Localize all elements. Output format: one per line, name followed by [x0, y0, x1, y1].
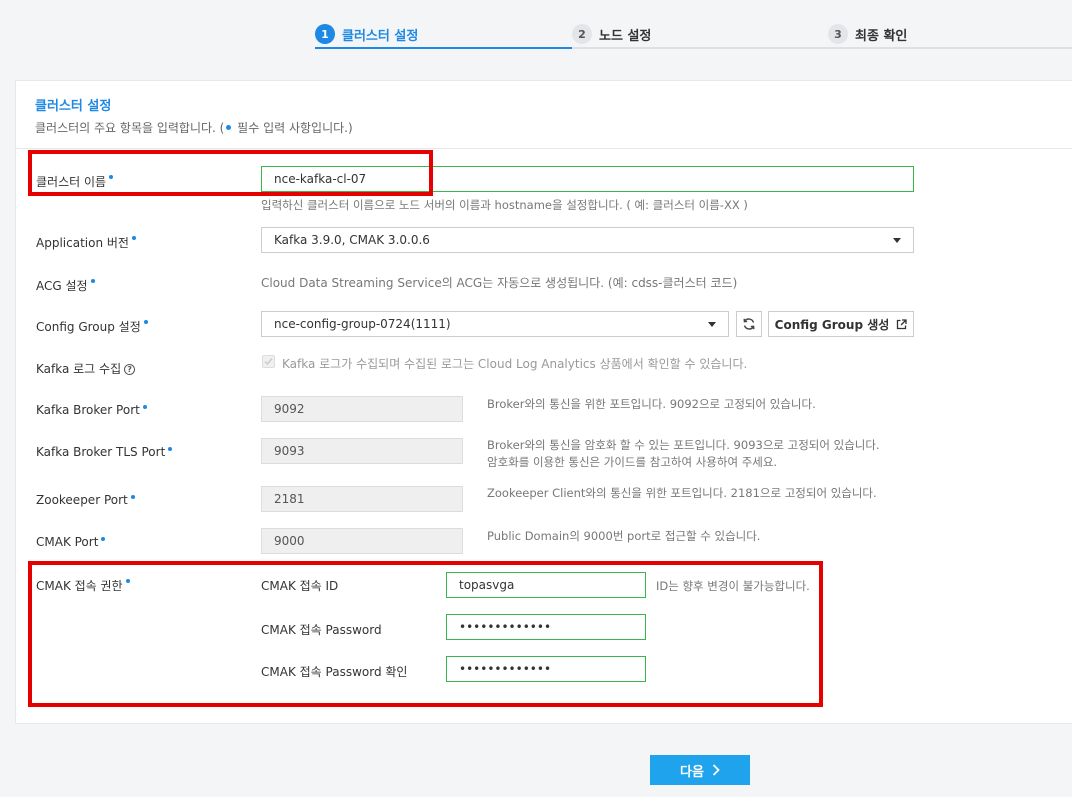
kafka-log-label: Kafka 로그 수집?	[36, 360, 136, 377]
step-cluster-settings[interactable]: 1 클러스터 설정	[315, 20, 418, 48]
panel-description: 클러스터의 주요 항목을 입력합니다. ( 필수 입력 사항입니다.)	[35, 119, 353, 136]
required-dot-icon	[168, 447, 173, 451]
broker-port-input	[261, 396, 463, 422]
required-dot-icon	[143, 320, 148, 324]
required-dot-icon	[125, 579, 130, 583]
cmak-password-label: CMAK 접속 Password	[261, 623, 382, 637]
broker-port-label: Kafka Broker Port	[36, 403, 147, 417]
step-number: 3	[828, 24, 848, 44]
step-node-settings[interactable]: 2 노드 설정	[572, 20, 651, 48]
chevron-right-icon	[712, 764, 720, 776]
help-icon[interactable]: ?	[124, 364, 136, 375]
kafka-log-text: Kafka 로그가 수집되며 수집된 로그는 Cloud Log Analyti…	[282, 357, 748, 371]
broker-tls-port-label: Kafka Broker TLS Port	[36, 445, 173, 459]
panel-title: 클러스터 설정	[35, 99, 112, 114]
cluster-name-input[interactable]	[261, 166, 914, 192]
step-number: 2	[572, 24, 592, 44]
required-dot-icon	[101, 537, 106, 541]
broker-tls-help-line1: Broker와의 통신을 암호화 할 수 있는 포트입니다. 9093으로 고정…	[487, 438, 880, 452]
broker-tls-help-line2: 암호화를 이용한 통신은 가이드를 참고하여 사용하여 주세요.	[487, 455, 778, 469]
step-number: 1	[315, 24, 335, 44]
required-dot-icon	[109, 175, 114, 179]
broker-tls-port-input	[261, 438, 463, 464]
app-version-value: Kafka 3.9.0, CMAK 3.0.0.6	[274, 233, 430, 247]
zookeeper-port-help: Zookeeper Client와의 통신을 위한 포트입니다. 2181으로 …	[487, 486, 877, 500]
required-dot-icon	[90, 279, 95, 283]
required-dot-icon	[226, 125, 232, 130]
cluster-name-label: 클러스터 이름	[36, 173, 114, 190]
config-group-value: nce-config-group-0724(1111)	[274, 317, 451, 331]
step-final-confirm[interactable]: 3 최종 확인	[828, 20, 907, 48]
broker-port-help: Broker와의 통신을 위한 포트입니다. 9092으로 고정되어 있습니다.	[487, 397, 816, 411]
required-dot-icon	[131, 236, 136, 240]
refresh-button[interactable]	[736, 311, 762, 337]
cluster-name-help: 입력하신 클러스터 이름으로 노드 서버의 이름과 hostname을 설정합니…	[261, 198, 748, 212]
cmak-port-help: Public Domain의 9000번 port로 접근할 수 있습니다.	[487, 529, 761, 543]
cmak-password-input[interactable]	[446, 614, 646, 640]
next-button[interactable]: 다음	[650, 755, 750, 785]
next-button-label: 다음	[680, 763, 704, 779]
cmak-port-input	[261, 528, 463, 554]
cmak-id-input[interactable]	[446, 572, 646, 598]
zookeeper-port-input	[261, 486, 463, 512]
acg-label: ACG 설정	[36, 277, 95, 294]
broker-tls-port-help: Broker와의 통신을 암호화 할 수 있는 포트입니다. 9093으로 고정…	[487, 437, 880, 471]
step-label: 최종 확인	[855, 28, 908, 44]
config-group-create-button[interactable]: Config Group 생성	[768, 311, 914, 337]
zookeeper-port-label: Zookeeper Port	[36, 493, 135, 507]
required-dot-icon	[142, 405, 147, 409]
app-version-select[interactable]: Kafka 3.9.0, CMAK 3.0.0.6	[261, 227, 914, 253]
cmak-password-confirm-label: CMAK 접속 Password 확인	[261, 665, 408, 679]
caret-down-icon	[708, 322, 716, 327]
stepper: 1 클러스터 설정 2 노드 설정 3 최종 확인	[0, 0, 1072, 50]
required-dot-icon	[130, 495, 135, 499]
step-label: 노드 설정	[599, 28, 652, 44]
panel-desc-prefix: 클러스터의 주요 항목을 입력합니다. (	[35, 121, 225, 135]
step-label: 클러스터 설정	[342, 28, 419, 44]
cmak-port-label: CMAK Port	[36, 535, 106, 549]
cmak-id-label: CMAK 접속 ID	[261, 579, 339, 593]
config-group-select[interactable]: nce-config-group-0724(1111)	[261, 311, 729, 337]
external-link-icon	[897, 318, 907, 329]
kafka-log-checkbox[interactable]	[262, 355, 275, 368]
caret-down-icon	[893, 238, 901, 243]
acg-text: Cloud Data Streaming Service의 ACG는 자동으로 …	[261, 276, 738, 290]
panel-desc-suffix: 필수 입력 사항입니다.)	[233, 121, 353, 135]
config-group-create-label: Config Group 생성	[774, 317, 890, 332]
cluster-settings-panel: 클러스터 설정 클러스터의 주요 항목을 입력합니다. ( 필수 입력 사항입니…	[15, 80, 1072, 724]
cmak-access-label: CMAK 접속 권한	[36, 577, 130, 594]
refresh-icon	[743, 318, 755, 330]
cmak-password-confirm-input[interactable]	[446, 656, 646, 682]
cmak-id-help: ID는 향후 변경이 불가능합니다.	[656, 579, 810, 593]
app-version-label: Application 버전	[36, 234, 136, 251]
check-icon	[264, 358, 273, 366]
panel-header: 클러스터 설정 클러스터의 주요 항목을 입력합니다. ( 필수 입력 사항입니…	[16, 81, 1072, 149]
config-group-label: Config Group 설정	[36, 318, 148, 335]
